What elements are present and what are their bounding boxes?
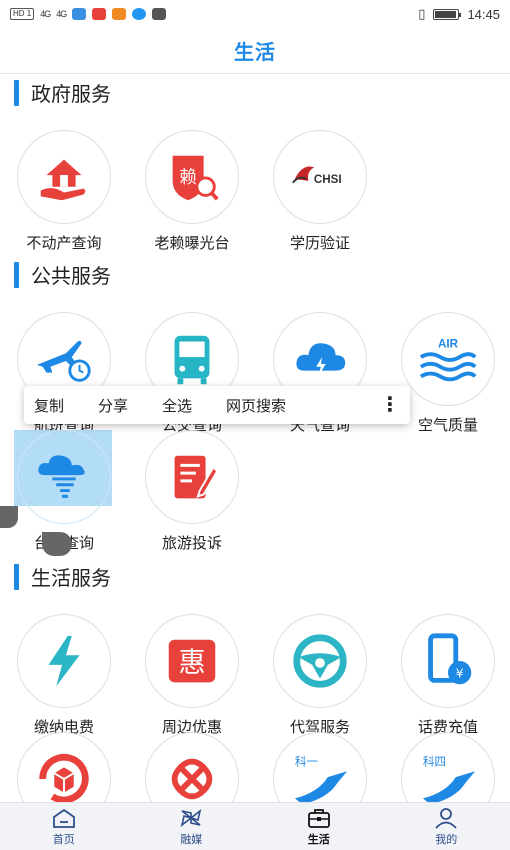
- typhoon-cloud-icon: [38, 455, 85, 498]
- content-area[interactable]: 政府服务 不动产查询 赖 老赖曝光台 CHSI 学历验证 公共服务 航班查询 公…: [0, 74, 510, 802]
- svg-text:科一: 科一: [295, 754, 319, 768]
- battery-icon: [433, 8, 462, 20]
- clock: 14:45: [467, 6, 500, 22]
- tile-phone-recharge[interactable]: ¥ 话费充值: [392, 614, 504, 737]
- section-title: 公共服务: [31, 266, 111, 288]
- tab-life[interactable]: 生活: [255, 803, 383, 850]
- selection-handle-end[interactable]: [42, 532, 72, 556]
- status-bar: HD 1 4G 4G ▯ 14:45: [0, 0, 510, 28]
- section-life: 生活服务: [14, 562, 111, 591]
- tile-travel-complaint[interactable]: 旅游投诉: [136, 430, 248, 553]
- bus-icon: [174, 335, 210, 385]
- road-ke1-icon: 科一: [294, 754, 348, 802]
- steering-wheel-icon: [293, 634, 347, 688]
- tile-defaulter-exposure[interactable]: 赖 老赖曝光台: [136, 130, 248, 253]
- more-vertical-icon[interactable]: ⋮: [380, 395, 400, 415]
- tile-designated-driver[interactable]: 代驾服务: [264, 614, 376, 737]
- lai-shield-icon: 赖: [172, 155, 219, 201]
- tile-china-unicom[interactable]: [136, 732, 248, 802]
- app-notification-icon: [152, 8, 167, 20]
- section-title: 政府服务: [31, 84, 111, 106]
- tile-driving-test-subject-4[interactable]: 科四: [392, 732, 504, 802]
- vibrate-icon: ▯: [418, 6, 426, 21]
- svg-text:¥: ¥: [456, 665, 464, 680]
- svg-text:科四: 科四: [423, 754, 446, 768]
- menu-copy[interactable]: 复制: [34, 395, 64, 416]
- bottom-tab-bar: 首页 融媒 生活 我的: [0, 802, 510, 850]
- menu-web-search[interactable]: 网页搜索: [226, 395, 286, 416]
- hui-badge-icon: 惠: [168, 639, 216, 683]
- section-title: 生活服务: [31, 568, 111, 590]
- china-unicom-icon: [171, 758, 213, 800]
- pinwheel-icon: [180, 808, 202, 827]
- phone-yuan-icon: ¥: [428, 633, 472, 685]
- svg-text:AIR: AIR: [438, 337, 459, 350]
- tab-mine[interactable]: 我的: [383, 803, 510, 850]
- home-icon: [52, 808, 75, 828]
- notepad-pen-icon: [174, 455, 219, 499]
- section-public: 公共服务: [14, 260, 111, 289]
- lightning-icon: [48, 635, 80, 687]
- airplane-clock-icon: [36, 340, 91, 382]
- tile-nearby-deals[interactable]: 惠 周边优惠: [136, 614, 248, 737]
- menu-select-all[interactable]: 全选: [162, 395, 192, 416]
- hd-chip-1: HD 1: [10, 8, 35, 20]
- air-waves-icon: AIR: [419, 337, 477, 382]
- app-notification-icon: [92, 8, 107, 20]
- road-ke4-icon: 科四: [422, 754, 476, 802]
- tile-education-verify[interactable]: CHSI 学历验证: [264, 130, 376, 253]
- tab-home[interactable]: 首页: [0, 803, 128, 850]
- menu-share[interactable]: 分享: [98, 395, 128, 416]
- svg-text:CHSI: CHSI: [314, 173, 342, 186]
- briefcase-icon: [307, 808, 330, 828]
- text-selection-menu: 复制 分享 全选 网页搜索 ⋮: [24, 386, 410, 424]
- svg-text:赖: 赖: [179, 168, 196, 188]
- svg-text:惠: 惠: [178, 648, 205, 679]
- tile-parcel-service[interactable]: [8, 732, 120, 802]
- tile-real-estate-query[interactable]: 不动产查询: [8, 130, 120, 253]
- cloud-lightning-icon: [296, 343, 346, 377]
- app-notification-icon: [132, 8, 147, 20]
- house-hand-icon: [40, 159, 86, 201]
- signal-2: 4G: [56, 9, 67, 19]
- tile-driving-test-subject-1[interactable]: 科一: [264, 732, 376, 802]
- selection-handle-start[interactable]: [0, 506, 18, 528]
- chsi-logo-icon: CHSI: [292, 166, 342, 186]
- app-notification-icon: [72, 8, 87, 20]
- box-refresh-icon: [39, 753, 89, 802]
- page-title: 生活: [234, 42, 276, 64]
- tab-media[interactable]: 融媒: [128, 803, 256, 850]
- user-icon: [435, 807, 457, 829]
- tile-electricity-bill[interactable]: 缴纳电费: [8, 614, 120, 737]
- page-header: 生活: [0, 28, 510, 74]
- app-notification-icon: [112, 8, 127, 20]
- signal-1: 4G: [40, 9, 51, 19]
- section-government: 政府服务: [14, 78, 111, 107]
